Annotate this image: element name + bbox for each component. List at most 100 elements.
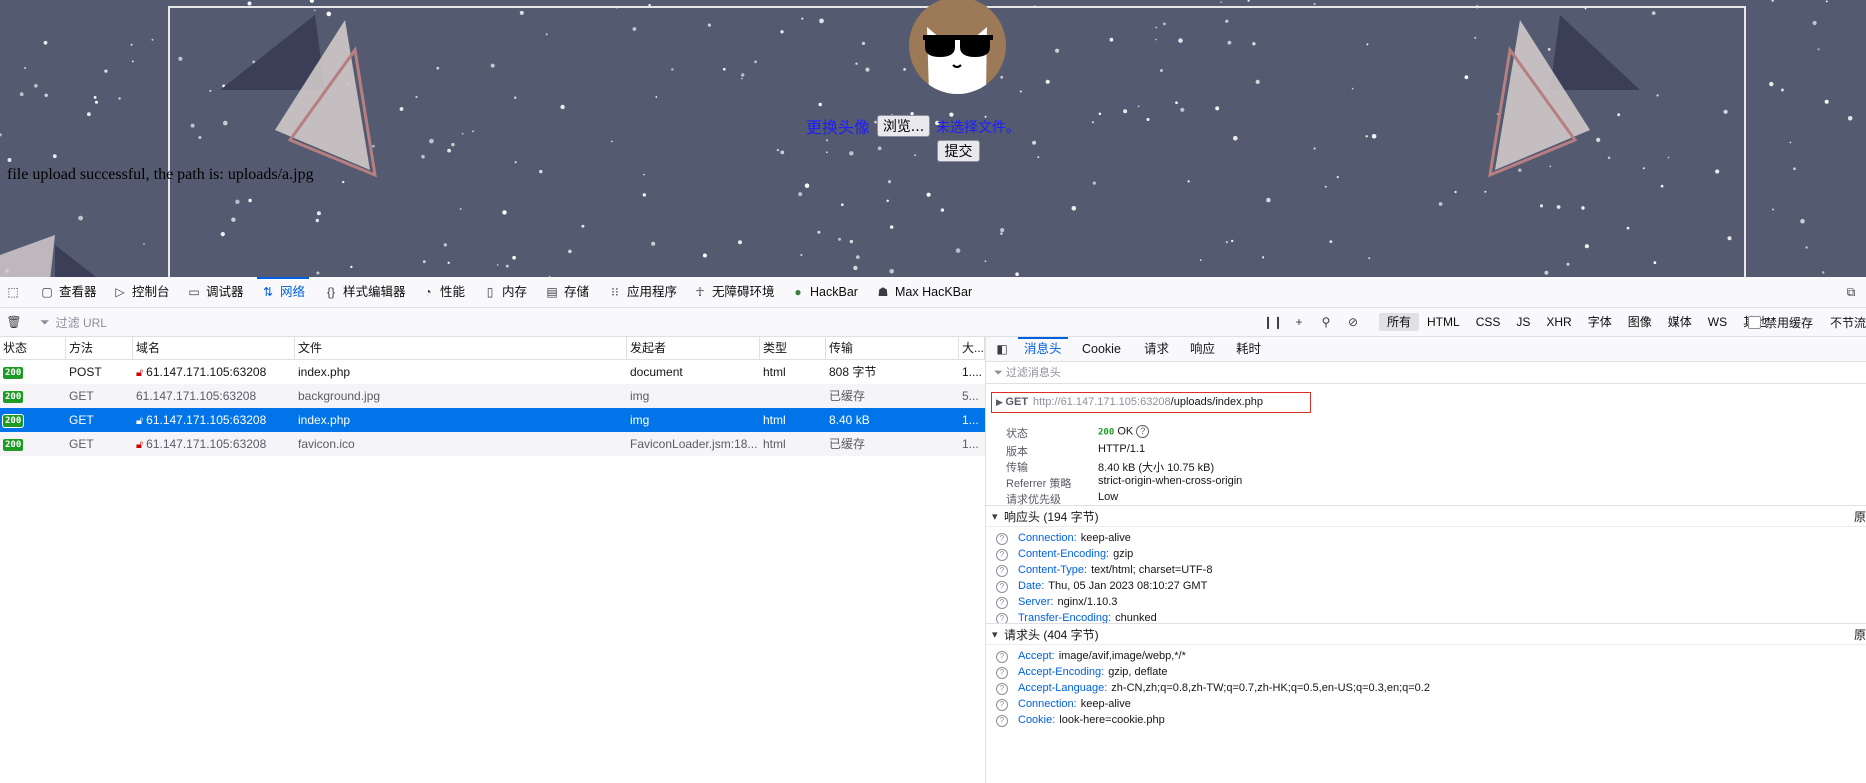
- star: [151, 38, 154, 41]
- filter-xhr[interactable]: XHR: [1538, 313, 1579, 331]
- tab-response[interactable]: 响应: [1190, 337, 1215, 361]
- insecure-lock-icon: 🔓︎: [136, 439, 144, 451]
- network-icon: ⇅: [262, 285, 274, 299]
- tab-request[interactable]: 请求: [1144, 337, 1169, 361]
- star: [24, 67, 27, 69]
- add-icon[interactable]: +: [1291, 314, 1307, 330]
- tab-timings[interactable]: 耗时: [1236, 337, 1261, 361]
- help-icon[interactable]: ?: [996, 597, 1008, 609]
- filter-js[interactable]: JS: [1508, 313, 1538, 331]
- header-row: ? Connection: keep-alive: [996, 530, 1131, 546]
- request-url-line[interactable]: ▶ GET http://61.147.171.105:63208/uploads…: [991, 392, 1311, 413]
- table-row[interactable]: 200 GET 🔓︎ 61.147.171.105:63208 favicon.i…: [0, 432, 985, 456]
- tab-application[interactable]: ⁝⁝ 应用程序: [608, 277, 677, 307]
- status-badge: 200: [1, 413, 25, 428]
- column-status[interactable]: 状态: [0, 337, 66, 359]
- disable-cache-checkbox[interactable]: 禁用缓存: [1748, 314, 1813, 331]
- status-code: 200: [1098, 427, 1115, 438]
- browse-button[interactable]: 浏览...: [877, 115, 930, 137]
- star: [1822, 271, 1825, 274]
- filter-images[interactable]: 图像: [1620, 313, 1660, 331]
- filter-media[interactable]: 媒体: [1660, 313, 1700, 331]
- toggle-sidebar-icon[interactable]: ◧: [994, 341, 1010, 357]
- initiator-link[interactable]: FaviconLoader.jsm:18...: [627, 432, 760, 456]
- column-transferred[interactable]: 传输: [826, 337, 959, 359]
- clear-trash-icon[interactable]: 🗑: [6, 314, 22, 330]
- star: [1313, 3, 1316, 5]
- filter-headers-input[interactable]: ⏷ 过滤消息头: [986, 362, 1866, 384]
- star: [1771, 0, 1774, 2]
- help-icon[interactable]: ?: [996, 581, 1008, 593]
- star: [104, 69, 108, 73]
- column-domain[interactable]: 域名: [133, 337, 295, 359]
- tab-inspector[interactable]: ▢ 查看器: [40, 277, 96, 307]
- throttling-select[interactable]: 不节流: [1830, 314, 1866, 331]
- request-headers-section[interactable]: 请求头 (404 字节) 原: [986, 623, 1866, 646]
- filter-url-input[interactable]: ⏷ 过滤 URL: [40, 314, 1250, 330]
- file-cell: background.jpg: [298, 389, 381, 403]
- tab-headers[interactable]: 消息头: [1018, 337, 1067, 361]
- star: [44, 93, 48, 98]
- column-file[interactable]: 文件: [295, 337, 627, 359]
- help-icon[interactable]: ?: [996, 715, 1008, 727]
- column-size[interactable]: 大...: [959, 337, 985, 359]
- table-row[interactable]: 200 GET 61.147.171.105:63208 background.…: [0, 384, 985, 408]
- tab-network[interactable]: ⇅ 网络: [256, 277, 310, 307]
- element-picker-icon[interactable]: ⬚: [5, 284, 21, 300]
- domain-cell: 🔓︎ 61.147.171.105:63208: [136, 365, 267, 379]
- column-type[interactable]: 类型: [760, 337, 826, 359]
- star: [52, 154, 57, 159]
- table-row-selected[interactable]: 200 GET 🔓︎ 61.147.171.105:63208 index.php…: [0, 408, 985, 432]
- help-icon[interactable]: ?: [996, 667, 1008, 679]
- star: [1825, 0, 1828, 3]
- help-icon[interactable]: ?: [996, 699, 1008, 711]
- filter-html[interactable]: HTML: [1419, 313, 1468, 331]
- help-icon[interactable]: ?: [996, 565, 1008, 577]
- hackbar-icon: ●: [794, 285, 802, 299]
- filter-css[interactable]: CSS: [1468, 313, 1509, 331]
- star: [143, 243, 145, 246]
- help-icon[interactable]: ?: [996, 683, 1008, 695]
- initiator-cell: img: [630, 413, 650, 427]
- column-method[interactable]: 方法: [66, 337, 133, 359]
- transferred-cell: 808 字节: [829, 365, 877, 379]
- tab-performance[interactable]: ◔ 性能: [421, 277, 465, 307]
- block-icon[interactable]: ⊘: [1345, 314, 1361, 330]
- filter-ws[interactable]: WS: [1700, 313, 1735, 331]
- network-toolbar: 🗑 ⏷ 过滤 URL ❙❙ + ⚲ ⊘ 所有 HTML CSS JS XHR 字…: [0, 308, 1866, 337]
- column-initiator[interactable]: 发起者: [627, 337, 760, 359]
- tab-cookie[interactable]: Cookie: [1082, 337, 1121, 361]
- tab-memory[interactable]: ▯ 内存: [483, 277, 527, 307]
- header-row: ? Connection: keep-alive: [996, 696, 1131, 712]
- help-icon[interactable]: ?: [1136, 425, 1150, 438]
- table-row[interactable]: 200 POST 🔓︎ 61.147.171.105:63208 index.ph…: [0, 360, 985, 384]
- expand-arrow-icon: ▶: [996, 397, 1006, 407]
- tab-hackbar[interactable]: ● HackBar: [791, 277, 858, 307]
- checkbox-box[interactable]: [1748, 316, 1761, 329]
- tab-accessibility[interactable]: ☥ 无障碍环境: [693, 277, 775, 307]
- help-icon[interactable]: ?: [996, 533, 1008, 545]
- raw-toggle[interactable]: 原: [1854, 506, 1866, 528]
- dock-options-icon[interactable]: ⧉: [1843, 284, 1859, 300]
- tab-style-editor[interactable]: {} 样式编辑器: [324, 277, 406, 307]
- method-cell: GET: [69, 389, 94, 403]
- submit-button[interactable]: 提交: [937, 140, 980, 162]
- tab-storage[interactable]: ▤ 存储: [545, 277, 589, 307]
- star: [1793, 167, 1796, 170]
- size-cell: 1....: [962, 365, 983, 379]
- tab-console[interactable]: ▷ 控制台: [113, 277, 169, 307]
- filter-all[interactable]: 所有: [1379, 313, 1420, 331]
- help-icon[interactable]: ?: [996, 651, 1008, 663]
- raw-toggle[interactable]: 原: [1854, 624, 1866, 646]
- summary-value-status: 200 OK ?: [1098, 425, 1150, 438]
- initiator-cell: img: [630, 389, 650, 403]
- tab-max-hackbar[interactable]: ☗ Max HacKBar: [876, 277, 973, 307]
- debugger-icon: ▭: [188, 285, 200, 299]
- header-row: ? Content-Type: text/html; charset=UTF-8: [996, 562, 1212, 578]
- help-icon[interactable]: ?: [996, 549, 1008, 561]
- search-icon[interactable]: ⚲: [1318, 314, 1334, 330]
- pause-icon[interactable]: ❙❙: [1263, 314, 1283, 330]
- response-headers-section[interactable]: 响应头 (194 字节) 原: [986, 505, 1866, 528]
- tab-debugger[interactable]: ▭ 调试器: [187, 277, 243, 307]
- filter-fonts[interactable]: 字体: [1580, 313, 1620, 331]
